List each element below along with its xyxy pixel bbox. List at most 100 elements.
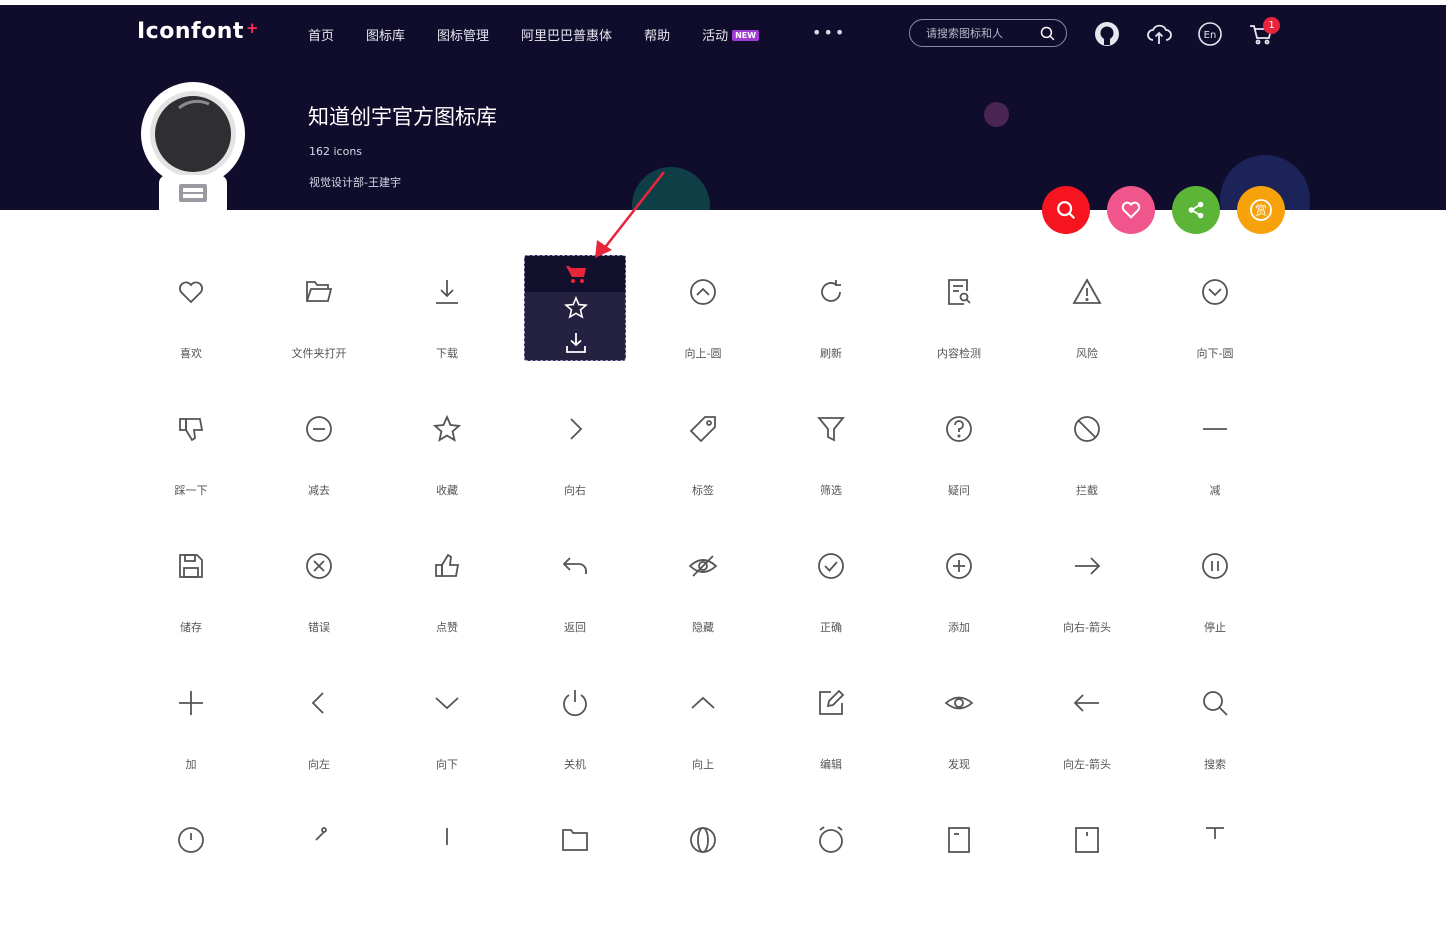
icon-item-question[interactable]: 疑问: [895, 414, 1023, 514]
icon-item-tag[interactable]: 标签: [639, 414, 767, 514]
favorite-fab[interactable]: [1107, 186, 1155, 234]
iconfont-logo[interactable]: Iconfont +: [137, 19, 259, 44]
icon-label: 错误: [308, 621, 330, 634]
star-icon[interactable]: [564, 296, 588, 320]
icon-item-heart[interactable]: 喜欢: [127, 277, 255, 377]
icon-item-arrow-left[interactable]: 向左-箭头: [1023, 688, 1151, 788]
icon-item-refresh[interactable]: 刷新: [767, 277, 895, 377]
icon-item-chevron-up[interactable]: 向上: [639, 688, 767, 788]
icon-label: 拦截: [1076, 484, 1098, 497]
icon-item-chevron-right[interactable]: 向右: [511, 414, 639, 514]
icon-label: 标签: [692, 484, 714, 497]
icon-item-chevron-left[interactable]: 向左: [255, 688, 383, 788]
tag-icon: [689, 416, 716, 443]
search-icon: [1203, 691, 1228, 716]
language-en-icon[interactable]: En: [1197, 21, 1223, 47]
icon-item-thumb-down[interactable]: 踩一下: [127, 414, 255, 514]
cart-count-badge: 1: [1263, 17, 1280, 34]
nav-icon-library[interactable]: 图标库: [366, 25, 405, 44]
reward-label: 赏: [1255, 204, 1267, 218]
icon-item-edit[interactable]: 编辑: [767, 688, 895, 788]
arrow-left-icon: [1073, 694, 1099, 712]
icon-item-save[interactable]: 储存: [127, 551, 255, 651]
icon-item-thumb-up[interactable]: 点赞: [383, 551, 511, 651]
icon-label: 向上: [692, 758, 714, 771]
icon-item-plus[interactable]: 加: [127, 688, 255, 788]
icon-item-plus-circle[interactable]: 添加: [895, 551, 1023, 651]
icon-item-partial[interactable]: [639, 825, 767, 925]
icon-label: 风险: [1076, 347, 1098, 360]
clock-icon: [178, 827, 204, 853]
download-icon: [436, 280, 458, 304]
nav-alibaba-font[interactable]: 阿里巴巴普惠体: [521, 25, 612, 44]
icon-item-content-check[interactable]: 内容检测: [895, 277, 1023, 377]
icon-item-pause-circle[interactable]: 停止: [1151, 551, 1279, 651]
icon-item-partial[interactable]: [1023, 825, 1151, 925]
plus-circle-icon: [946, 553, 972, 579]
icon-item-minus[interactable]: 减: [1151, 414, 1279, 514]
error-circle-icon: [306, 553, 332, 579]
share-fab[interactable]: [1172, 186, 1220, 234]
icon-item-download[interactable]: 下载: [383, 277, 511, 377]
icon-item-error-circle[interactable]: 错误: [255, 551, 383, 651]
search-icon[interactable]: [1039, 25, 1056, 42]
download-icon[interactable]: [564, 331, 588, 355]
nav-home[interactable]: 首页: [308, 25, 334, 44]
icon-item-minus-circle[interactable]: 减去: [255, 414, 383, 514]
reward-fab[interactable]: 赏: [1237, 186, 1285, 234]
upload-cloud-icon[interactable]: [1146, 21, 1172, 47]
icon-item-partial[interactable]: [767, 825, 895, 925]
icon-item-chevron-down[interactable]: 向下: [383, 688, 511, 788]
icon-item-eye[interactable]: 发现: [895, 688, 1023, 788]
plus-icon: [179, 691, 203, 715]
icon-label: 返回: [564, 621, 586, 634]
add-to-cart-icon[interactable]: [564, 262, 588, 286]
nav-icon-manage[interactable]: 图标管理: [437, 25, 489, 44]
icon-label: 向右-箭头: [1063, 621, 1111, 634]
icon-item-arrow-right[interactable]: 向右-箭头: [1023, 551, 1151, 651]
minus-circle-icon: [306, 416, 332, 442]
icon-label: 向上-圆: [684, 347, 722, 360]
icon-label: 隐藏: [692, 621, 714, 634]
icon-item-partial[interactable]: [127, 825, 255, 925]
hovered-icon-card[interactable]: [524, 255, 626, 361]
content-check-icon: [948, 279, 971, 305]
icon-item-down-circle[interactable]: 向下-圆: [1151, 277, 1279, 377]
more-menu-icon[interactable]: •••: [812, 23, 846, 42]
thumb-up-icon: [435, 553, 460, 577]
icon-item-star[interactable]: 收藏: [383, 414, 511, 514]
icon-item-check-circle[interactable]: 正确: [767, 551, 895, 651]
save-icon: [179, 554, 203, 578]
icon-label: 喜欢: [180, 347, 202, 360]
icon-item-partial[interactable]: [1151, 825, 1279, 925]
nav-activity[interactable]: 活动 NEW: [702, 25, 760, 44]
icon-item-block[interactable]: 拦截: [1023, 414, 1151, 514]
down-circle-icon: [1202, 279, 1228, 305]
icon-item-partial[interactable]: [511, 825, 639, 925]
icon-item-partial[interactable]: [895, 825, 1023, 925]
icon-item-up-circle[interactable]: 向上-圆: [639, 277, 767, 377]
icon-label: 储存: [180, 621, 202, 634]
edit-icon: [819, 689, 845, 715]
icon-item-filter[interactable]: 筛选: [767, 414, 895, 514]
eye-icon: [944, 696, 974, 710]
icon-item-eye-off[interactable]: 隐藏: [639, 551, 767, 651]
nav-activity-label: 活动: [702, 29, 729, 44]
icon-item-warning[interactable]: 风险: [1023, 277, 1151, 377]
search-input[interactable]: [926, 25, 1036, 41]
icon-label: 筛选: [820, 484, 842, 497]
icon-item-folder-open[interactable]: 文件夹打开: [255, 277, 383, 377]
folder-open-icon: [306, 281, 333, 302]
icon-item-power[interactable]: 关机: [511, 688, 639, 788]
icon-label: 正确: [820, 621, 842, 634]
icon-item-return[interactable]: 返回: [511, 551, 639, 651]
decor-circle: [632, 167, 710, 210]
icon-item-search[interactable]: 搜索: [1151, 688, 1279, 788]
nav-help[interactable]: 帮助: [644, 25, 670, 44]
heart-icon: [179, 281, 203, 304]
search-fab[interactable]: [1042, 186, 1090, 234]
icon-item-partial[interactable]: [255, 825, 383, 925]
return-icon: [562, 557, 587, 574]
icon-item-partial[interactable]: [383, 825, 511, 925]
github-icon[interactable]: [1094, 21, 1120, 47]
